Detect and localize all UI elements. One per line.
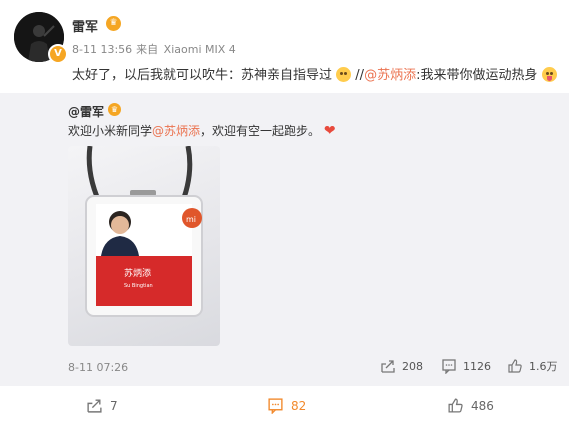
repost-comment-button[interactable]: 1126	[441, 358, 491, 374]
verified-badge-icon: V	[48, 44, 68, 64]
vip-icon: ♛	[106, 16, 121, 31]
card-name-en-text: Su Bingtian	[124, 283, 153, 289]
repost-text-2: ，欢迎有空一起跑步。	[200, 124, 321, 138]
post-meta: 8-11 13:56 来自 Xiaomi MIX 4	[72, 41, 236, 57]
repost-count: 208	[402, 359, 423, 373]
tongue-emoji-icon	[541, 67, 557, 82]
like-count: 486	[471, 398, 494, 413]
comment-icon	[442, 359, 456, 374]
like-button[interactable]: 486	[447, 397, 494, 414]
action-bar: 7 82 486	[0, 386, 569, 423]
post-content: 太好了，以后我就可以吹牛：苏神亲自指导过 //@苏炳添:我来带你做运动热身	[72, 64, 557, 83]
repost-icon	[381, 360, 395, 373]
card-logo-text: mi	[186, 215, 196, 224]
source-prefix: 来自	[136, 43, 159, 56]
repost-author[interactable]: @雷军	[68, 103, 104, 120]
repost-time[interactable]: 8-11 07:26	[68, 361, 128, 374]
post-text-1: 太好了，以后我就可以吹牛：苏神亲自指导过	[72, 68, 333, 83]
mention-link[interactable]: @苏炳添	[364, 68, 416, 83]
laugh-emoji-icon	[336, 67, 352, 82]
repost-button[interactable]: 7	[86, 397, 118, 414]
comment-count: 1126	[463, 359, 491, 373]
author-name[interactable]: 雷军	[72, 16, 98, 35]
comment-icon	[268, 398, 283, 414]
repost-photo[interactable]: 苏炳添 Su Bingtian mi	[68, 146, 220, 346]
vip-icon: ♛	[108, 103, 121, 116]
like-icon	[448, 398, 463, 413]
repost-card[interactable]: @雷军 ♛ 欢迎小米新同学@苏炳添，欢迎有空一起跑步。 ❤ 苏炳添 Su Bin…	[0, 93, 569, 386]
comment-count: 82	[291, 398, 307, 413]
device-name: Xiaomi MIX 4	[163, 43, 236, 56]
post-time[interactable]: 8-11 13:56	[72, 43, 132, 56]
repost-icon	[87, 399, 102, 413]
heart-icon: ❤	[323, 123, 336, 139]
post-text-2: :我来带你做运动热身	[416, 68, 538, 83]
post-text-sep: //	[355, 68, 365, 83]
like-icon	[508, 359, 522, 373]
like-count: 1.6万	[529, 360, 558, 373]
mention-link[interactable]: @苏炳添	[152, 124, 200, 138]
repost-repost-button[interactable]: 208	[380, 358, 423, 374]
weibo-post: V 雷军 ♛ 8-11 13:56 来自 Xiaomi MIX 4 太好了，以后我…	[0, 0, 569, 423]
comment-button[interactable]: 82	[267, 397, 306, 414]
card-name-text: 苏炳添	[124, 267, 151, 279]
repost-text-1: 欢迎小米新同学	[68, 124, 153, 138]
repost-count: 7	[110, 398, 118, 413]
repost-text: 欢迎小米新同学@苏炳添，欢迎有空一起跑步。 ❤	[68, 122, 336, 139]
repost-like-button[interactable]: 1.6万	[507, 358, 558, 374]
